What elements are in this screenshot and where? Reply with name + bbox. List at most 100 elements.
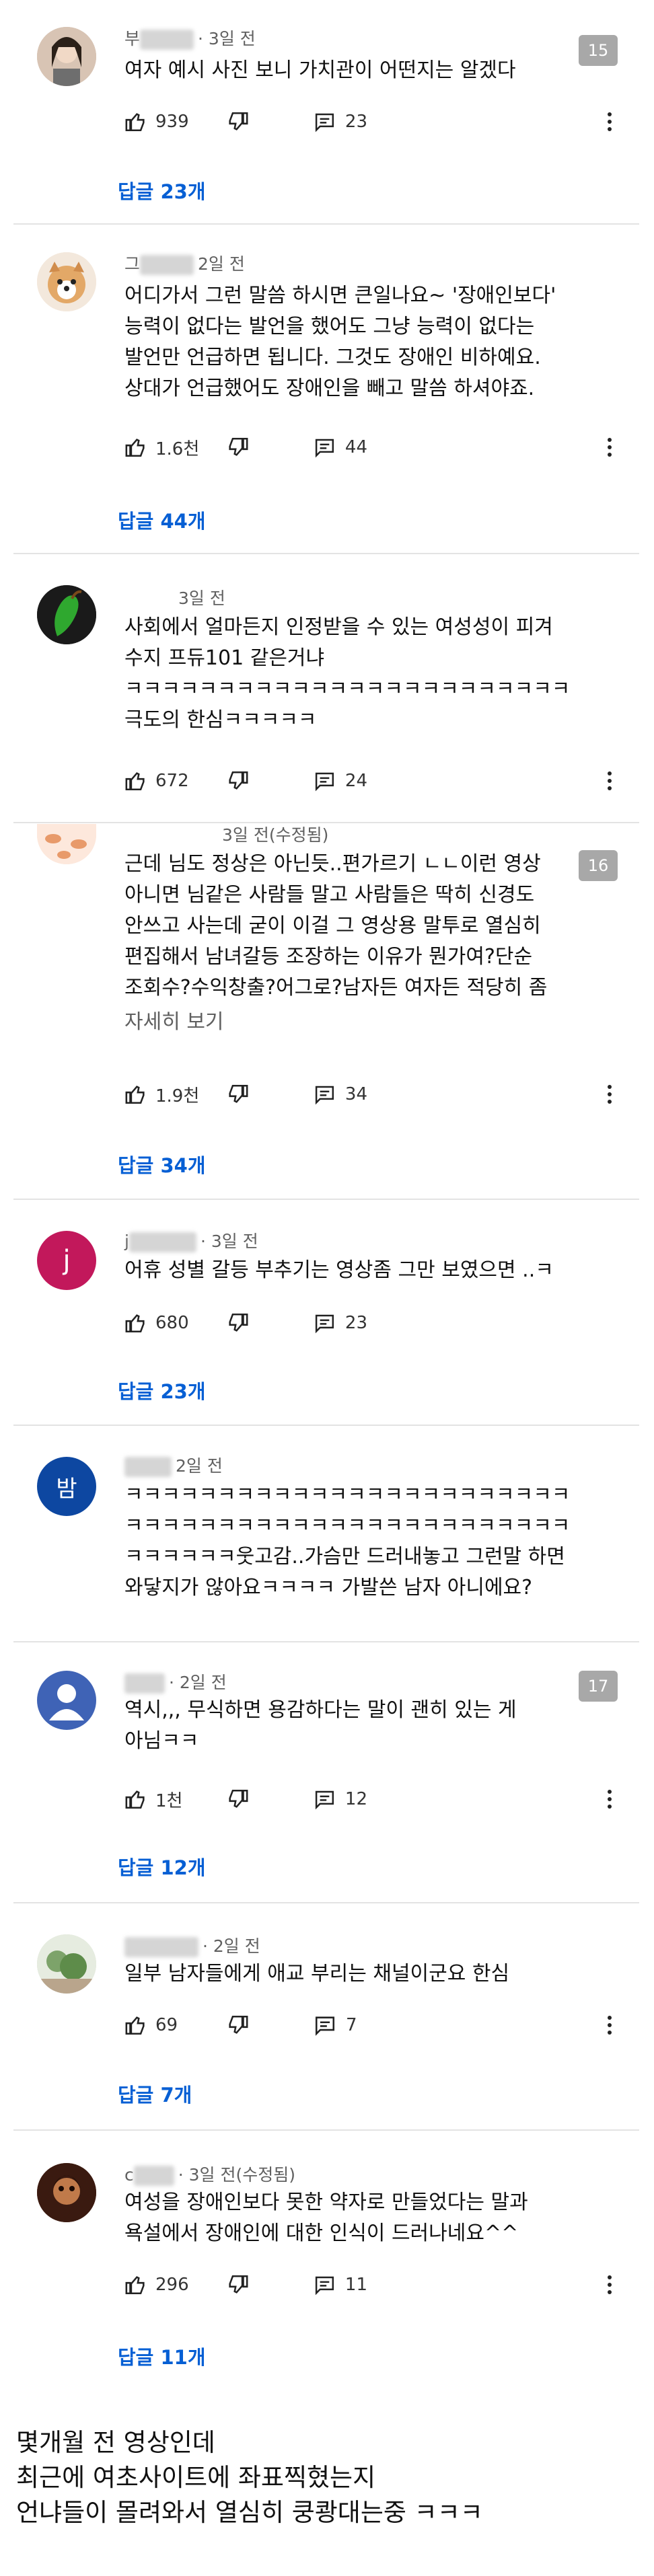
comment-meta: 그 2일 전: [124, 254, 245, 275]
reply-icon: [315, 1790, 334, 1810]
avatar[interactable]: [37, 27, 96, 86]
view-replies-link[interactable]: 답글 12개: [118, 1852, 206, 1881]
dislike-button[interactable]: [226, 2273, 314, 2296]
thumbs-down-icon: [229, 1084, 248, 1103]
divider: [13, 223, 639, 225]
comment-text: 근데 님도 정상은 아닌듯..편가르기 ㄴㄴ이런 영상 아니면 님같은 사람들 …: [124, 852, 548, 999]
dislike-button[interactable]: [226, 110, 314, 133]
like-button[interactable]: 1.9천: [124, 1082, 226, 1107]
comment-text: 어휴 성별 갈등 부추기는 영상좀 그만 보였으면 ..ㅋ: [124, 1258, 554, 1282]
reply-button[interactable]: 12: [314, 1788, 367, 1811]
reply-count: 23: [344, 1313, 367, 1333]
comment-meta: · 2일 전: [124, 1669, 227, 1694]
comment-actions: 69 7: [124, 2010, 367, 2041]
reply-button[interactable]: 23: [314, 110, 367, 133]
comment-actions: 672 24: [124, 765, 367, 796]
comment-text: ㅋㅋㅋㅋㅋㅋㅋㅋㅋㅋㅋㅋㅋㅋㅋㅋㅋㅋㅋㅋㅋㅋㅋㅋ ㅋㅋㅋㅋㅋㅋㅋㅋㅋㅋㅋㅋㅋㅋㅋ…: [124, 1483, 571, 1599]
divider: [13, 1641, 639, 1642]
thumbs-up-icon: [125, 1790, 145, 1809]
comment-text: 역시,,, 무식하면 용감하다는 말이 괜히 있는 게 아님ㅋㅋ: [124, 1698, 517, 1753]
avatar[interactable]: [37, 1671, 96, 1730]
thumbs-down-icon: [229, 2015, 248, 2034]
view-replies-link[interactable]: 답글 23개: [118, 176, 206, 204]
avatar[interactable]: 밤: [37, 1457, 96, 1516]
more-options-icon[interactable]: [603, 765, 616, 796]
read-more-link[interactable]: 자세히 보기: [124, 1005, 224, 1034]
avatar[interactable]: [37, 2163, 96, 2222]
reply-button[interactable]: 34: [314, 1083, 367, 1106]
reply-button[interactable]: 11: [314, 2273, 367, 2296]
reply-button[interactable]: 7: [314, 2014, 367, 2037]
like-count: 680: [155, 1313, 189, 1333]
like-button[interactable]: 672: [124, 769, 226, 792]
like-button[interactable]: 680: [124, 1312, 226, 1334]
comment-meta: j · 3일 전: [124, 1232, 258, 1252]
reply-icon: [315, 772, 334, 792]
divider: [13, 1902, 639, 1903]
comment-actions: 1천 12: [124, 1784, 367, 1815]
dislike-button[interactable]: [226, 2014, 314, 2037]
like-button[interactable]: 1.6천: [124, 435, 226, 460]
thumbs-down-icon: [229, 1313, 248, 1332]
avatar[interactable]: j: [37, 1231, 96, 1290]
comment-text: 여자 예시 사진 보니 가치관이 어떤지는 알겠다: [124, 59, 516, 82]
default-user-icon: [49, 1684, 84, 1720]
reply-button[interactable]: 23: [314, 1312, 367, 1334]
dislike-button[interactable]: [226, 769, 314, 792]
more-options-icon[interactable]: [603, 1784, 616, 1815]
thumbs-down-icon: [229, 112, 248, 130]
like-button[interactable]: 1천: [124, 1787, 226, 1812]
thumbs-down-icon: [229, 771, 248, 790]
reply-count: 12: [344, 1789, 367, 1809]
more-options-icon[interactable]: [603, 432, 616, 463]
dislike-button[interactable]: [226, 436, 314, 459]
thumbs-down-icon: [229, 2275, 248, 2294]
dislike-button[interactable]: [226, 1083, 314, 1106]
more-options-icon[interactable]: [603, 2010, 616, 2041]
like-count: 939: [155, 112, 189, 132]
reply-icon: [315, 1086, 334, 1105]
thumbs-down-icon: [229, 437, 248, 456]
more-options-icon[interactable]: [603, 2269, 616, 2300]
comment-meta: 3일 전(수정됨): [222, 825, 329, 845]
comment-text: 어디가서 그런 말씀 하시면 큰일나요~ '장애인보다' 능력이 없다는 발언을…: [124, 284, 556, 400]
more-options-icon[interactable]: [603, 1079, 616, 1110]
like-button[interactable]: 69: [124, 2014, 226, 2037]
divider: [13, 1425, 639, 1426]
dislike-button[interactable]: [226, 1312, 314, 1334]
like-count: 1.9천: [155, 1086, 200, 1106]
view-replies-link[interactable]: 답글 7개: [118, 2080, 192, 2108]
view-replies-link[interactable]: 답글 23개: [118, 1376, 206, 1404]
like-button[interactable]: 296: [124, 2273, 226, 2296]
reply-count: 34: [344, 1084, 367, 1104]
avatar[interactable]: [37, 585, 96, 644]
reply-count: 7: [346, 2015, 357, 2035]
avatar[interactable]: [37, 1934, 96, 1994]
dislike-button[interactable]: [226, 1788, 314, 1811]
view-replies-link[interactable]: 답글 44개: [118, 506, 206, 534]
thumbs-up-icon: [125, 439, 145, 457]
comment-meta: 2일 전: [124, 1453, 223, 1477]
reply-button[interactable]: 44: [314, 436, 367, 459]
comment-actions: 1.9천 34: [124, 1079, 367, 1110]
reply-count: 23: [344, 112, 367, 132]
thumbs-up-icon: [125, 2016, 145, 2035]
avatar[interactable]: [37, 252, 96, 311]
reply-button[interactable]: 24: [314, 769, 367, 792]
reply-icon: [315, 113, 334, 132]
like-button[interactable]: 939: [124, 110, 226, 133]
avatar-letter: j: [63, 1245, 71, 1276]
thumbs-up-icon: [125, 2276, 145, 2295]
reply-icon: [315, 2016, 335, 2036]
thumbs-up-icon: [125, 1314, 145, 1333]
comment-meta: 부 · 3일 전: [124, 29, 256, 50]
view-replies-link[interactable]: 답글 34개: [118, 1150, 206, 1178]
view-replies-link[interactable]: 답글 11개: [118, 2342, 206, 2370]
thumbs-up-icon: [125, 772, 145, 791]
more-options-icon[interactable]: [603, 106, 616, 137]
reply-count: 24: [344, 771, 367, 791]
avatar[interactable]: [37, 824, 96, 864]
comment-text: 여성을 장애인보다 못한 약자로 만들었다는 말과 욕설에서 장애인에 대한 인…: [124, 2191, 528, 2245]
comment-text: 일부 남자들에게 애교 부리는 채널이군요 한심: [124, 1962, 510, 1985]
divider: [13, 1199, 639, 1200]
